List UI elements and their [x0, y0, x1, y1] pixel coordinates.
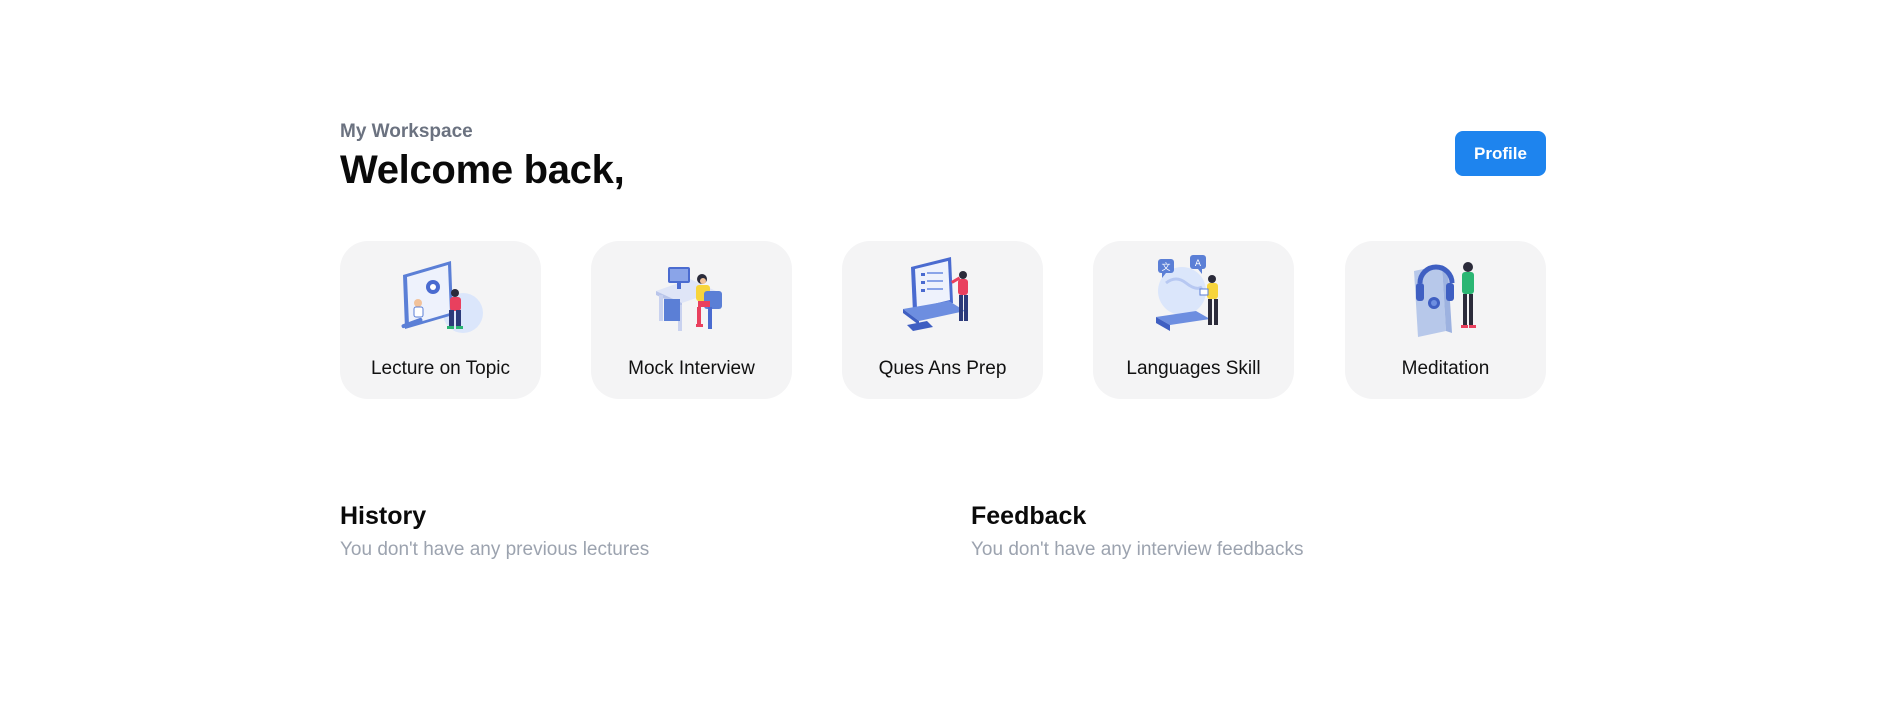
- card-languages-skill[interactable]: 文 A Languages Skill: [1093, 241, 1294, 399]
- history-empty-text: You don't have any previous lectures: [340, 539, 650, 560]
- feedback-section: Feedback You don't have any interview fe…: [971, 502, 1303, 561]
- card-label: Languages Skill: [1126, 358, 1261, 379]
- history-section: History You don't have any previous lect…: [340, 502, 649, 561]
- profile-button[interactable]: Profile: [1455, 131, 1546, 176]
- lecture-illustration-icon: [401, 261, 483, 333]
- feedback-title: Feedback: [971, 502, 1087, 530]
- feedback-empty-text: You don't have any interview feedbacks: [971, 539, 1304, 560]
- card-lecture-on-topic[interactable]: Lecture on Topic: [340, 241, 541, 399]
- svg-text:文: 文: [1161, 261, 1170, 273]
- card-meditation[interactable]: Meditation: [1345, 241, 1546, 399]
- meditation-illustration-icon: [1413, 262, 1476, 337]
- qa-prep-illustration-icon: [902, 257, 968, 331]
- feature-cards: Lecture on Topic Mock Interview Ques Ans…: [340, 241, 1546, 399]
- workspace-container: My Workspace Welcome back, Profile Lectu…: [340, 0, 1546, 717]
- card-label: Meditation: [1401, 358, 1490, 379]
- card-ques-ans-prep[interactable]: Ques Ans Prep: [842, 241, 1043, 399]
- workspace-subtitle: My Workspace: [340, 121, 473, 142]
- card-label: Lecture on Topic: [370, 358, 511, 379]
- card-mock-interview[interactable]: Mock Interview: [591, 241, 792, 399]
- card-label: Mock Interview: [628, 358, 755, 379]
- workspace-header: My Workspace Welcome back, Profile: [340, 118, 1546, 198]
- history-title: History: [340, 502, 427, 530]
- interview-illustration-icon: [655, 267, 722, 331]
- page-title: Welcome back,: [340, 148, 625, 192]
- languages-illustration-icon: 文 A: [1155, 255, 1218, 331]
- card-label: Ques Ans Prep: [878, 358, 1007, 379]
- svg-text:A: A: [1194, 259, 1201, 269]
